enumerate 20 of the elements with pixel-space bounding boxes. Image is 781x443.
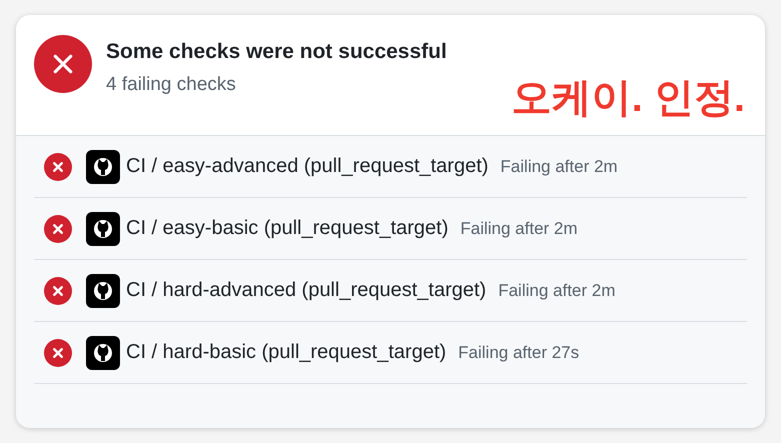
check-duration: Failing after 27s <box>458 342 580 362</box>
check-name[interactable]: CI / hard-basic (pull_request_target) <box>126 341 446 364</box>
checks-title: Some checks were not successful <box>106 40 448 64</box>
check-duration: Failing after 2m <box>500 156 618 176</box>
app-logo-icon <box>86 212 120 246</box>
check-name[interactable]: CI / easy-advanced (pull_request_target) <box>126 155 488 178</box>
check-name[interactable]: CI / easy-basic (pull_request_target) <box>126 217 448 240</box>
close-icon <box>44 152 72 180</box>
check-duration: Failing after 2m <box>460 218 578 238</box>
check-name[interactable]: CI / hard-advanced (pull_request_target) <box>126 279 486 302</box>
close-icon <box>44 338 72 366</box>
app-logo-icon <box>86 150 120 184</box>
close-icon <box>34 35 92 93</box>
app-logo-icon <box>86 336 120 370</box>
app-logo-icon <box>86 274 120 308</box>
check-duration: Failing after 2m <box>498 280 616 300</box>
close-icon <box>44 214 72 242</box>
annotation-text: 오케이. 인정. <box>512 75 745 122</box>
close-icon <box>44 276 72 304</box>
failing-count: 4 failing checks <box>106 74 236 96</box>
